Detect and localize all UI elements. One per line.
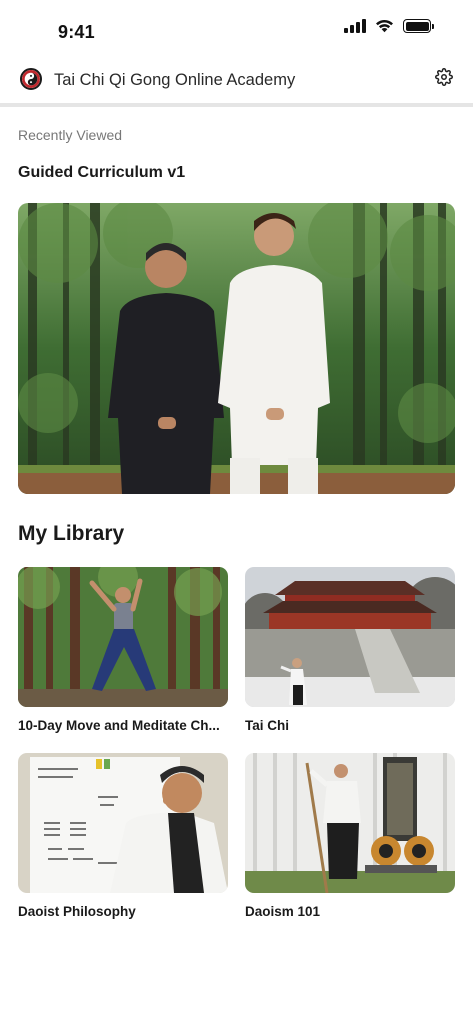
battery-icon [403,19,434,33]
library-item-label: Tai Chi [245,718,290,733]
app-header: Tai Chi Qi Gong Online Academy [0,56,473,104]
library-item-label: Daoist Philosophy [18,904,136,919]
yin-yang-logo-icon [20,68,42,90]
status-bar: 9:41 [0,0,473,56]
library-item-image [245,567,455,707]
status-time: 9:41 [58,22,95,42]
my-library-title: My Library [18,522,125,545]
recently-viewed-label: Recently Viewed [18,127,123,143]
guided-curriculum-card[interactable] [18,203,455,494]
library-item-label: Daoism 101 [245,904,321,919]
library-item-image [245,753,455,893]
app-title: Tai Chi Qi Gong Online Academy [54,71,296,89]
library-item-daoist-philosophy[interactable]: Daoist Philosophy [18,753,228,919]
library-item-daoism-101[interactable]: Daoism 101 [245,753,455,919]
library-item-image [18,567,228,707]
status-icons [344,19,434,33]
wifi-icon [375,19,394,33]
guided-curriculum-image [18,203,455,494]
gear-icon[interactable] [433,66,455,88]
signal-icon [344,19,366,33]
library-item-image [18,753,228,893]
guided-curriculum-title[interactable]: Guided Curriculum v1 [18,164,185,182]
library-item-label: 10-Day Move and Meditate Ch... [18,718,220,733]
library-item-tai-chi[interactable]: Tai Chi [245,567,455,733]
header-divider [0,103,473,107]
library-item-10-day-move[interactable]: 10-Day Move and Meditate Ch... [18,567,228,733]
